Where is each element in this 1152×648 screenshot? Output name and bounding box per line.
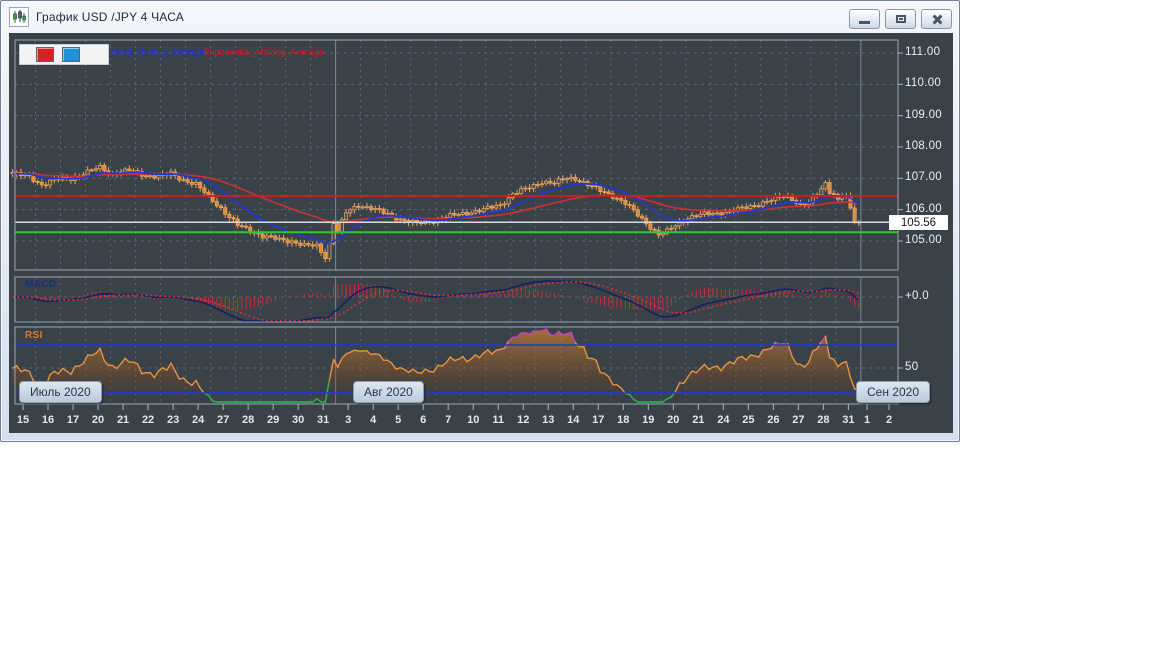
date-label: 4	[370, 414, 377, 426]
month-label: Сен 2020	[856, 381, 930, 403]
date-label: 22	[141, 414, 155, 426]
date-label: 28	[817, 414, 830, 426]
price-tick-label: 111.00	[905, 46, 941, 58]
candlestick-chart-icon	[9, 6, 29, 27]
window-titlebar[interactable]: График USD /JPY 4 ЧАСА	[1, 1, 959, 32]
date-label: 21	[116, 414, 130, 426]
date-label: 30	[292, 414, 305, 426]
minimize-button[interactable]	[849, 9, 880, 29]
date-label: 23	[166, 414, 180, 426]
price-chart-canvas[interactable]	[9, 33, 953, 433]
date-label: 17	[66, 414, 80, 426]
date-label: 12	[517, 414, 530, 426]
date-label: 31	[842, 414, 855, 426]
date-label: 19	[642, 414, 655, 426]
price-tick-label: 109.00	[905, 108, 942, 121]
window-controls	[849, 9, 952, 29]
date-label: 31	[317, 414, 330, 426]
price-tick-label: 107.00	[905, 171, 942, 184]
ma-legend-text: ential_Moving_AverageExponential_Moving_…	[110, 47, 323, 57]
date-label: 27	[792, 414, 805, 426]
maximize-button[interactable]	[885, 9, 916, 29]
macd-panel-title: MACD	[25, 279, 57, 290]
minimize-icon	[859, 21, 870, 24]
date-label: 11	[492, 414, 505, 426]
price-tick-label: 105.00	[905, 233, 942, 246]
date-label: 3	[345, 414, 352, 426]
rsi-panel-title: RSI	[25, 330, 43, 341]
price-tick-label: 106.00	[905, 202, 942, 215]
date-label: 26	[767, 414, 780, 426]
date-label: 2	[885, 414, 893, 426]
date-label: 13	[542, 414, 555, 426]
month-label: Авг 2020	[353, 381, 424, 403]
date-label: 18	[617, 414, 630, 426]
chart-window: График USD /JPY 4 ЧАСА ential_Moving_Ave…	[0, 0, 960, 442]
rsi-axis-label: 50	[905, 361, 919, 373]
close-icon	[931, 14, 943, 25]
price-tick-label: 110.00	[905, 77, 942, 90]
ema-fast-color-swatch[interactable]	[62, 47, 80, 62]
date-label: 24	[717, 414, 730, 426]
date-label: 14	[567, 414, 580, 426]
date-label: 5	[395, 414, 402, 426]
date-label: 27	[216, 414, 230, 426]
close-button[interactable]	[921, 9, 952, 29]
date-label: 6	[420, 414, 427, 426]
date-label: 20	[667, 414, 680, 426]
date-label: 21	[692, 414, 705, 426]
date-label: 16	[41, 414, 55, 426]
ma-legend	[19, 44, 109, 65]
current-price-label: 105.56	[889, 215, 948, 230]
date-label: 20	[91, 414, 105, 426]
date-label: 17	[592, 414, 605, 426]
date-label: 24	[191, 414, 205, 426]
date-label: 1	[863, 414, 871, 426]
chart-area[interactable]: ential_Moving_AverageExponential_Moving_…	[9, 33, 953, 433]
date-label: 10	[467, 414, 480, 426]
ema-slow-color-swatch[interactable]	[36, 47, 54, 62]
date-label: 28	[241, 414, 255, 426]
ema-slow-label: Exponential_Moving_Average	[203, 47, 324, 57]
macd-axis-label: +0.0	[905, 290, 929, 302]
date-label: 7	[445, 414, 452, 426]
date-label: 15	[16, 414, 30, 426]
price-tick-label: 108.00	[905, 139, 942, 152]
month-label: Июль 2020	[19, 381, 102, 403]
date-label: 29	[267, 414, 280, 426]
window-title: График USD /JPY 4 ЧАСА	[36, 9, 185, 24]
maximize-icon	[895, 15, 906, 23]
ema-fast-label: ential_Moving_Average	[110, 47, 204, 57]
date-label: 25	[742, 414, 755, 426]
